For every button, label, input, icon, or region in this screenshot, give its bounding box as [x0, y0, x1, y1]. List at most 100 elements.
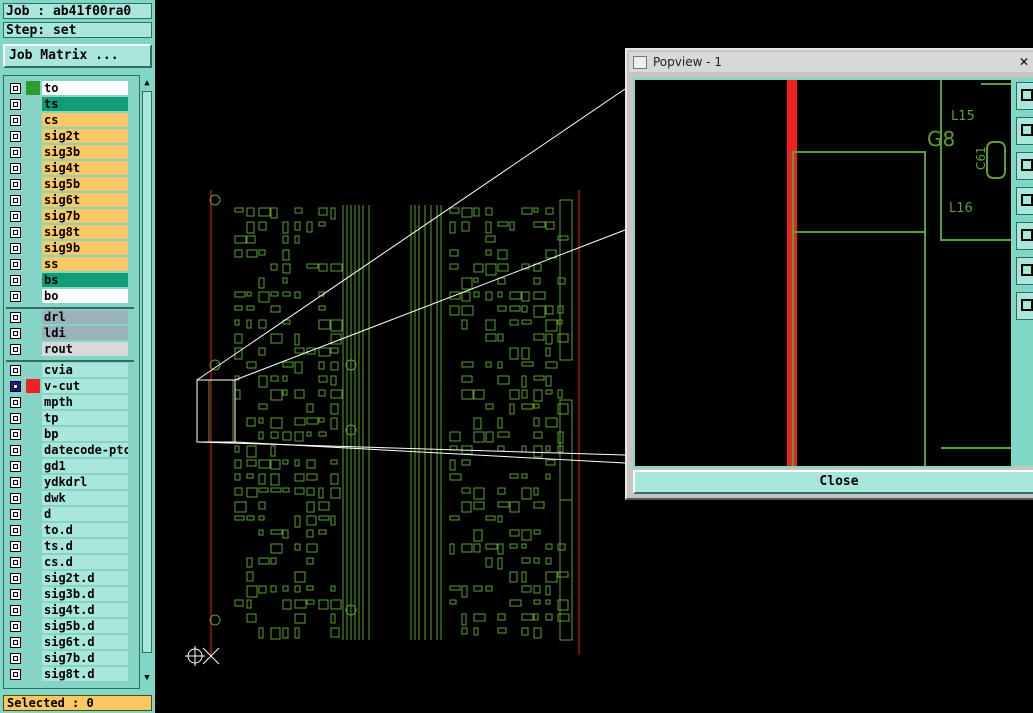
layer-color-swatch[interactable]	[26, 225, 40, 239]
layer-color-swatch[interactable]	[26, 411, 40, 425]
layer-row-cs[interactable]: cs	[6, 113, 130, 128]
layer-name[interactable]: sig3b.d	[42, 587, 128, 601]
layer-row-to[interactable]: to	[6, 81, 130, 96]
layer-row-rout[interactable]: rout	[6, 342, 130, 357]
layer-name[interactable]: sig9b	[42, 241, 128, 255]
popview-window[interactable]: Popview - 1 ✕ L15 G8 C61 L16 Close	[625, 48, 1033, 500]
layer-name[interactable]: sig7b	[42, 209, 128, 223]
layer-name[interactable]: sig5b.d	[42, 619, 128, 633]
layer-color-swatch[interactable]	[26, 587, 40, 601]
layer-name[interactable]: sig2t	[42, 129, 128, 143]
layer-checkbox[interactable]	[10, 275, 21, 286]
layer-name[interactable]: to	[42, 81, 128, 95]
close-icon[interactable]: ✕	[1013, 54, 1033, 70]
scroll-up-icon[interactable]: ▲	[140, 76, 154, 90]
layer-checkbox[interactable]	[10, 413, 21, 424]
layer-row-sig6t[interactable]: sig6t	[6, 193, 130, 208]
layer-row-mpth[interactable]: mpth	[6, 395, 130, 410]
layer-checkbox[interactable]	[10, 525, 21, 536]
layer-name[interactable]: d	[42, 507, 128, 521]
layer-row-ldi[interactable]: ldi	[6, 326, 130, 341]
layer-row-sig6t.d[interactable]: sig6t.d	[6, 635, 130, 650]
layer-row-gd1[interactable]: gd1	[6, 459, 130, 474]
layer-row-dwk[interactable]: dwk	[6, 491, 130, 506]
layer-checkbox[interactable]	[10, 653, 21, 664]
layer-row-sig8t.d[interactable]: sig8t.d	[6, 667, 130, 682]
layer-name[interactable]: sig2t.d	[42, 571, 128, 585]
layer-name[interactable]: ts	[42, 97, 128, 111]
layer-row-ts.d[interactable]: ts.d	[6, 539, 130, 554]
layer-row-sig4t.d[interactable]: sig4t.d	[6, 603, 130, 618]
layer-checkbox[interactable]	[10, 669, 21, 680]
layer-checkbox[interactable]	[10, 429, 21, 440]
layer-row-sig7b.d[interactable]: sig7b.d	[6, 651, 130, 666]
layer-checkbox[interactable]	[10, 115, 21, 126]
layer-checkbox[interactable]	[10, 211, 21, 222]
layer-checkbox[interactable]	[10, 621, 21, 632]
layer-color-swatch[interactable]	[26, 363, 40, 377]
layer-checkbox[interactable]	[10, 365, 21, 376]
layer-name[interactable]: cs.d	[42, 555, 128, 569]
close-button[interactable]: Close	[633, 470, 1033, 494]
layer-name[interactable]: sig4t.d	[42, 603, 128, 617]
layer-row-tp[interactable]: tp	[6, 411, 130, 426]
layer-row-drl[interactable]: drl	[6, 310, 130, 325]
layer-row-bo[interactable]: bo	[6, 289, 130, 304]
layer-list[interactable]: to ts cs sig2t sig3b sig4t sig5b sig6t sig7b sig8…	[3, 75, 140, 689]
layer-row-sig9b[interactable]: sig9b	[6, 241, 130, 256]
layer-color-swatch[interactable]	[26, 475, 40, 489]
layer-name[interactable]: bs	[42, 273, 128, 287]
layer-checkbox[interactable]	[10, 589, 21, 600]
layer-name[interactable]: gd1	[42, 459, 128, 473]
layer-checkbox[interactable]	[10, 397, 21, 408]
layer-name[interactable]: datecode-ptc	[42, 443, 128, 457]
layer-row-sig5b[interactable]: sig5b	[6, 177, 130, 192]
scroll-down-icon[interactable]: ▼	[140, 671, 154, 685]
layer-row-bp[interactable]: bp	[6, 427, 130, 442]
layer-row-to.d[interactable]: to.d	[6, 523, 130, 538]
layer-row-cs.d[interactable]: cs.d	[6, 555, 130, 570]
layer-row-ss[interactable]: ss	[6, 257, 130, 272]
layer-name[interactable]: cs	[42, 113, 128, 127]
layer-row-ts[interactable]: ts	[6, 97, 130, 112]
layer-color-swatch[interactable]	[26, 635, 40, 649]
pan-right-icon[interactable]	[1016, 222, 1033, 250]
popview-zoom-view[interactable]: L15 G8 C61 L16	[633, 78, 1013, 468]
layer-name[interactable]: sig6t.d	[42, 635, 128, 649]
layer-checkbox[interactable]	[10, 291, 21, 302]
layer-color-swatch[interactable]	[26, 129, 40, 143]
layer-color-swatch[interactable]	[26, 241, 40, 255]
pan-left-icon[interactable]	[1016, 187, 1033, 215]
layer-checkbox[interactable]	[10, 99, 21, 110]
layer-name[interactable]: mpth	[42, 395, 128, 409]
layer-color-swatch[interactable]	[26, 177, 40, 191]
layer-name[interactable]: sig3b	[42, 145, 128, 159]
layer-name[interactable]: to.d	[42, 523, 128, 537]
layer-row-v-cut[interactable]: v-cut	[6, 379, 130, 394]
layer-checkbox[interactable]	[10, 477, 21, 488]
layer-name[interactable]: v-cut	[42, 379, 128, 393]
job-matrix-button[interactable]: Job Matrix ...	[3, 44, 152, 68]
layer-name[interactable]: ts.d	[42, 539, 128, 553]
layer-name[interactable]: sig5b	[42, 177, 128, 191]
layer-color-swatch[interactable]	[26, 193, 40, 207]
layer-checkbox[interactable]	[10, 328, 21, 339]
layer-row-datecode-ptc[interactable]: datecode-ptc	[6, 443, 130, 458]
layer-color-swatch[interactable]	[26, 395, 40, 409]
zoom-out-icon[interactable]	[1016, 152, 1033, 180]
layer-name[interactable]: sig7b.d	[42, 651, 128, 665]
layer-color-swatch[interactable]	[26, 97, 40, 111]
layer-name[interactable]: sig8t	[42, 225, 128, 239]
layer-name[interactable]: drl	[42, 310, 128, 324]
layer-checkbox[interactable]	[10, 227, 21, 238]
zoom-in-icon[interactable]	[1016, 117, 1033, 145]
layer-checkbox[interactable]	[10, 163, 21, 174]
layer-name[interactable]: dwk	[42, 491, 128, 505]
layer-name[interactable]: sig6t	[42, 193, 128, 207]
layer-row-sig7b[interactable]: sig7b	[6, 209, 130, 224]
layer-color-swatch[interactable]	[26, 667, 40, 681]
layer-row-d[interactable]: d	[6, 507, 130, 522]
layer-checkbox[interactable]	[10, 83, 21, 94]
popview-titlebar[interactable]: Popview - 1 ✕	[629, 52, 1033, 72]
layer-color-swatch[interactable]	[26, 81, 40, 95]
